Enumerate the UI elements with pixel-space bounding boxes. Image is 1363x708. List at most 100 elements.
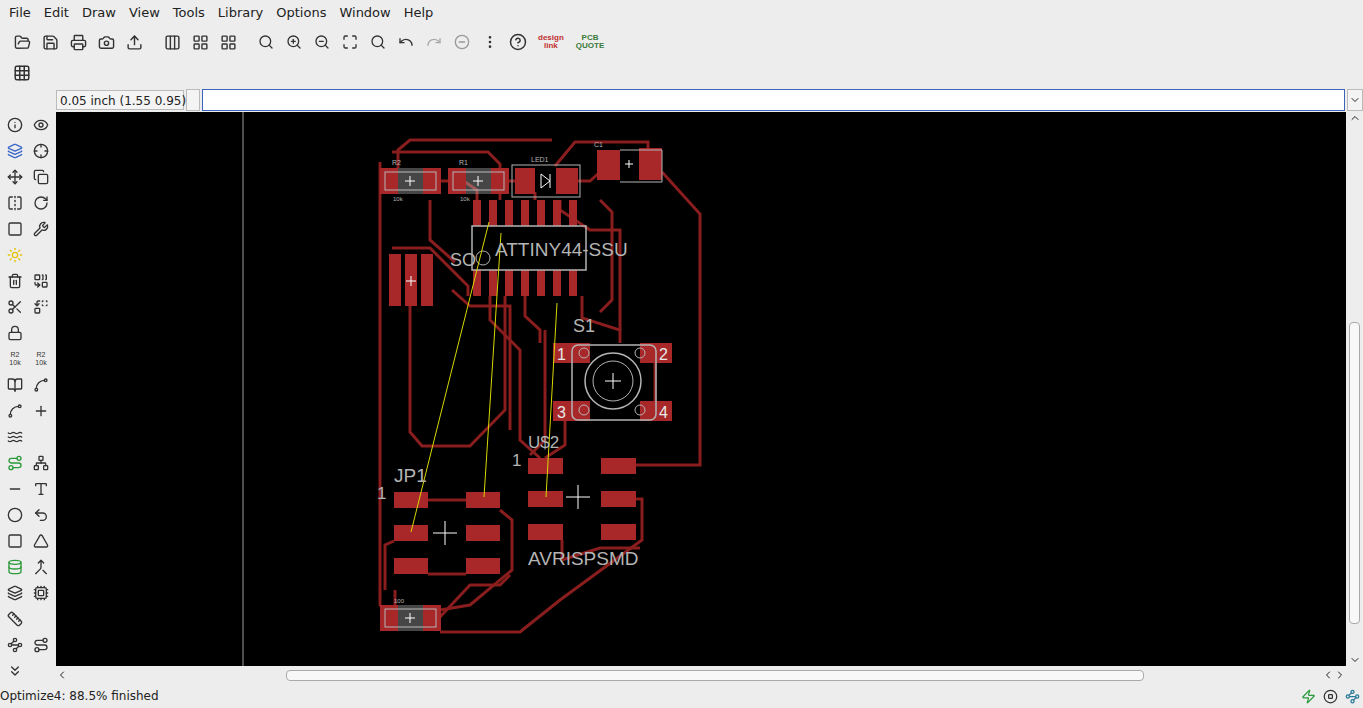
smd-pad	[601, 458, 636, 474]
palette-button[interactable]	[2, 242, 28, 268]
resistor-r2[interactable]	[380, 168, 441, 194]
palette-button[interactable]	[2, 320, 28, 346]
scroll-left-icon[interactable]	[1322, 669, 1334, 681]
resistor-r1[interactable]	[448, 168, 509, 194]
palette-button[interactable]	[2, 190, 28, 216]
led1[interactable]	[512, 165, 580, 197]
jumper-jp1[interactable]	[394, 492, 500, 574]
toolbar-button[interactable]	[38, 30, 62, 54]
palette-button[interactable]	[2, 138, 28, 164]
palette-button[interactable]	[2, 164, 28, 190]
redo-button[interactable]	[422, 30, 446, 54]
palette-button[interactable]	[2, 606, 28, 632]
vertical-scrollbar[interactable]	[1346, 112, 1363, 666]
toolbar-button[interactable]	[122, 30, 146, 54]
logo-button[interactable]: designlink	[534, 34, 568, 50]
pad-number: 3	[557, 404, 566, 421]
palette-button[interactable]	[28, 632, 54, 658]
menu-item[interactable]: Window	[332, 0, 396, 26]
palette-button[interactable]	[2, 528, 28, 554]
board-canvas[interactable]: SOR210kR110kLED1C1ATTINY44-SSUS1U$21AVRI…	[56, 112, 1346, 666]
palette-button[interactable]	[2, 424, 28, 450]
palette-button[interactable]	[28, 398, 54, 424]
horizontal-scrollbar[interactable]	[56, 666, 1363, 684]
toolbar-button[interactable]	[160, 30, 184, 54]
menu-item[interactable]: Help	[397, 0, 440, 26]
palette-button[interactable]	[28, 528, 54, 554]
palette-button[interactable]	[2, 450, 28, 476]
palette-button[interactable]	[2, 502, 28, 528]
header-part[interactable]	[389, 254, 433, 306]
menu-item[interactable]: View	[122, 0, 166, 26]
palette-button[interactable]	[28, 164, 54, 190]
palette-button[interactable]	[28, 112, 54, 138]
toolbar-button[interactable]	[94, 30, 118, 54]
menu-item[interactable]: Tools	[166, 0, 211, 26]
toolbar-button[interactable]	[10, 30, 34, 54]
palette-button[interactable]	[2, 372, 28, 398]
grid-button[interactable]	[10, 61, 34, 85]
palette-button[interactable]	[28, 450, 54, 476]
palette-button[interactable]	[2, 632, 28, 658]
palette-button[interactable]	[28, 190, 54, 216]
scroll-down-icon[interactable]	[1349, 654, 1361, 666]
menu-item[interactable]: Draw	[75, 0, 122, 26]
palette-button[interactable]: R210k	[28, 346, 54, 372]
palette-button[interactable]	[2, 398, 28, 424]
palette-button[interactable]	[2, 294, 28, 320]
scroll-thumb[interactable]	[286, 670, 1144, 681]
resistor-100[interactable]	[380, 605, 441, 631]
palette-button[interactable]	[28, 294, 54, 320]
palette-button[interactable]: R210k	[2, 346, 28, 372]
undo-button[interactable]	[394, 30, 418, 54]
palette-button[interactable]	[28, 476, 54, 502]
menu-item[interactable]: File	[2, 0, 37, 26]
palette-button[interactable]	[28, 372, 54, 398]
palette-button[interactable]	[28, 216, 54, 242]
capacitor-c1[interactable]	[597, 148, 662, 182]
zoom-button[interactable]	[366, 30, 390, 54]
scroll-up-icon[interactable]	[1349, 112, 1361, 124]
help-button[interactable]	[506, 30, 530, 54]
toolbar-button[interactable]	[188, 30, 212, 54]
status-button[interactable]	[1319, 684, 1341, 708]
toolbar-button[interactable]	[66, 30, 90, 54]
palette-tool-icon	[33, 481, 49, 497]
avrisp-header[interactable]	[528, 458, 636, 540]
menu-item[interactable]: Options	[269, 0, 332, 26]
stop-icon	[454, 34, 470, 50]
palette-button[interactable]	[28, 554, 54, 580]
palette-button[interactable]	[2, 112, 28, 138]
zoom-button[interactable]	[338, 30, 362, 54]
menu-item[interactable]: Edit	[37, 0, 75, 26]
command-input[interactable]	[202, 89, 1345, 111]
palette-button[interactable]	[2, 216, 28, 242]
zoom-button[interactable]	[310, 30, 334, 54]
zoom-icon	[314, 34, 330, 50]
palette-button[interactable]	[2, 580, 28, 606]
go-button[interactable]	[478, 30, 502, 54]
command-history-button[interactable]	[1347, 89, 1363, 111]
stop-button[interactable]	[450, 30, 474, 54]
palette-button[interactable]	[2, 476, 28, 502]
palette-button[interactable]	[28, 580, 54, 606]
origin-cross-icon	[433, 521, 457, 545]
logo-button[interactable]: PCBQUOTE	[572, 34, 608, 50]
palette-button[interactable]	[28, 502, 54, 528]
palette-button[interactable]	[2, 658, 28, 684]
palette-button[interactable]	[28, 138, 54, 164]
scroll-right-icon[interactable]	[1334, 669, 1346, 681]
palette-button[interactable]	[2, 268, 28, 294]
switch-s1[interactable]	[553, 343, 672, 421]
scroll-thumb[interactable]	[1349, 322, 1360, 624]
palette-button[interactable]	[2, 554, 28, 580]
toolbar-button[interactable]	[216, 30, 240, 54]
status-button[interactable]	[1341, 684, 1363, 708]
status-button[interactable]	[1297, 684, 1319, 708]
board-drawing[interactable]: SOR210kR110kLED1C1ATTINY44-SSUS1U$21AVRI…	[56, 112, 1346, 666]
zoom-button[interactable]	[282, 30, 306, 54]
palette-button[interactable]	[28, 268, 54, 294]
menu-item[interactable]: Library	[211, 0, 269, 26]
zoom-button[interactable]	[254, 30, 278, 54]
scroll-left-icon[interactable]	[56, 669, 68, 681]
